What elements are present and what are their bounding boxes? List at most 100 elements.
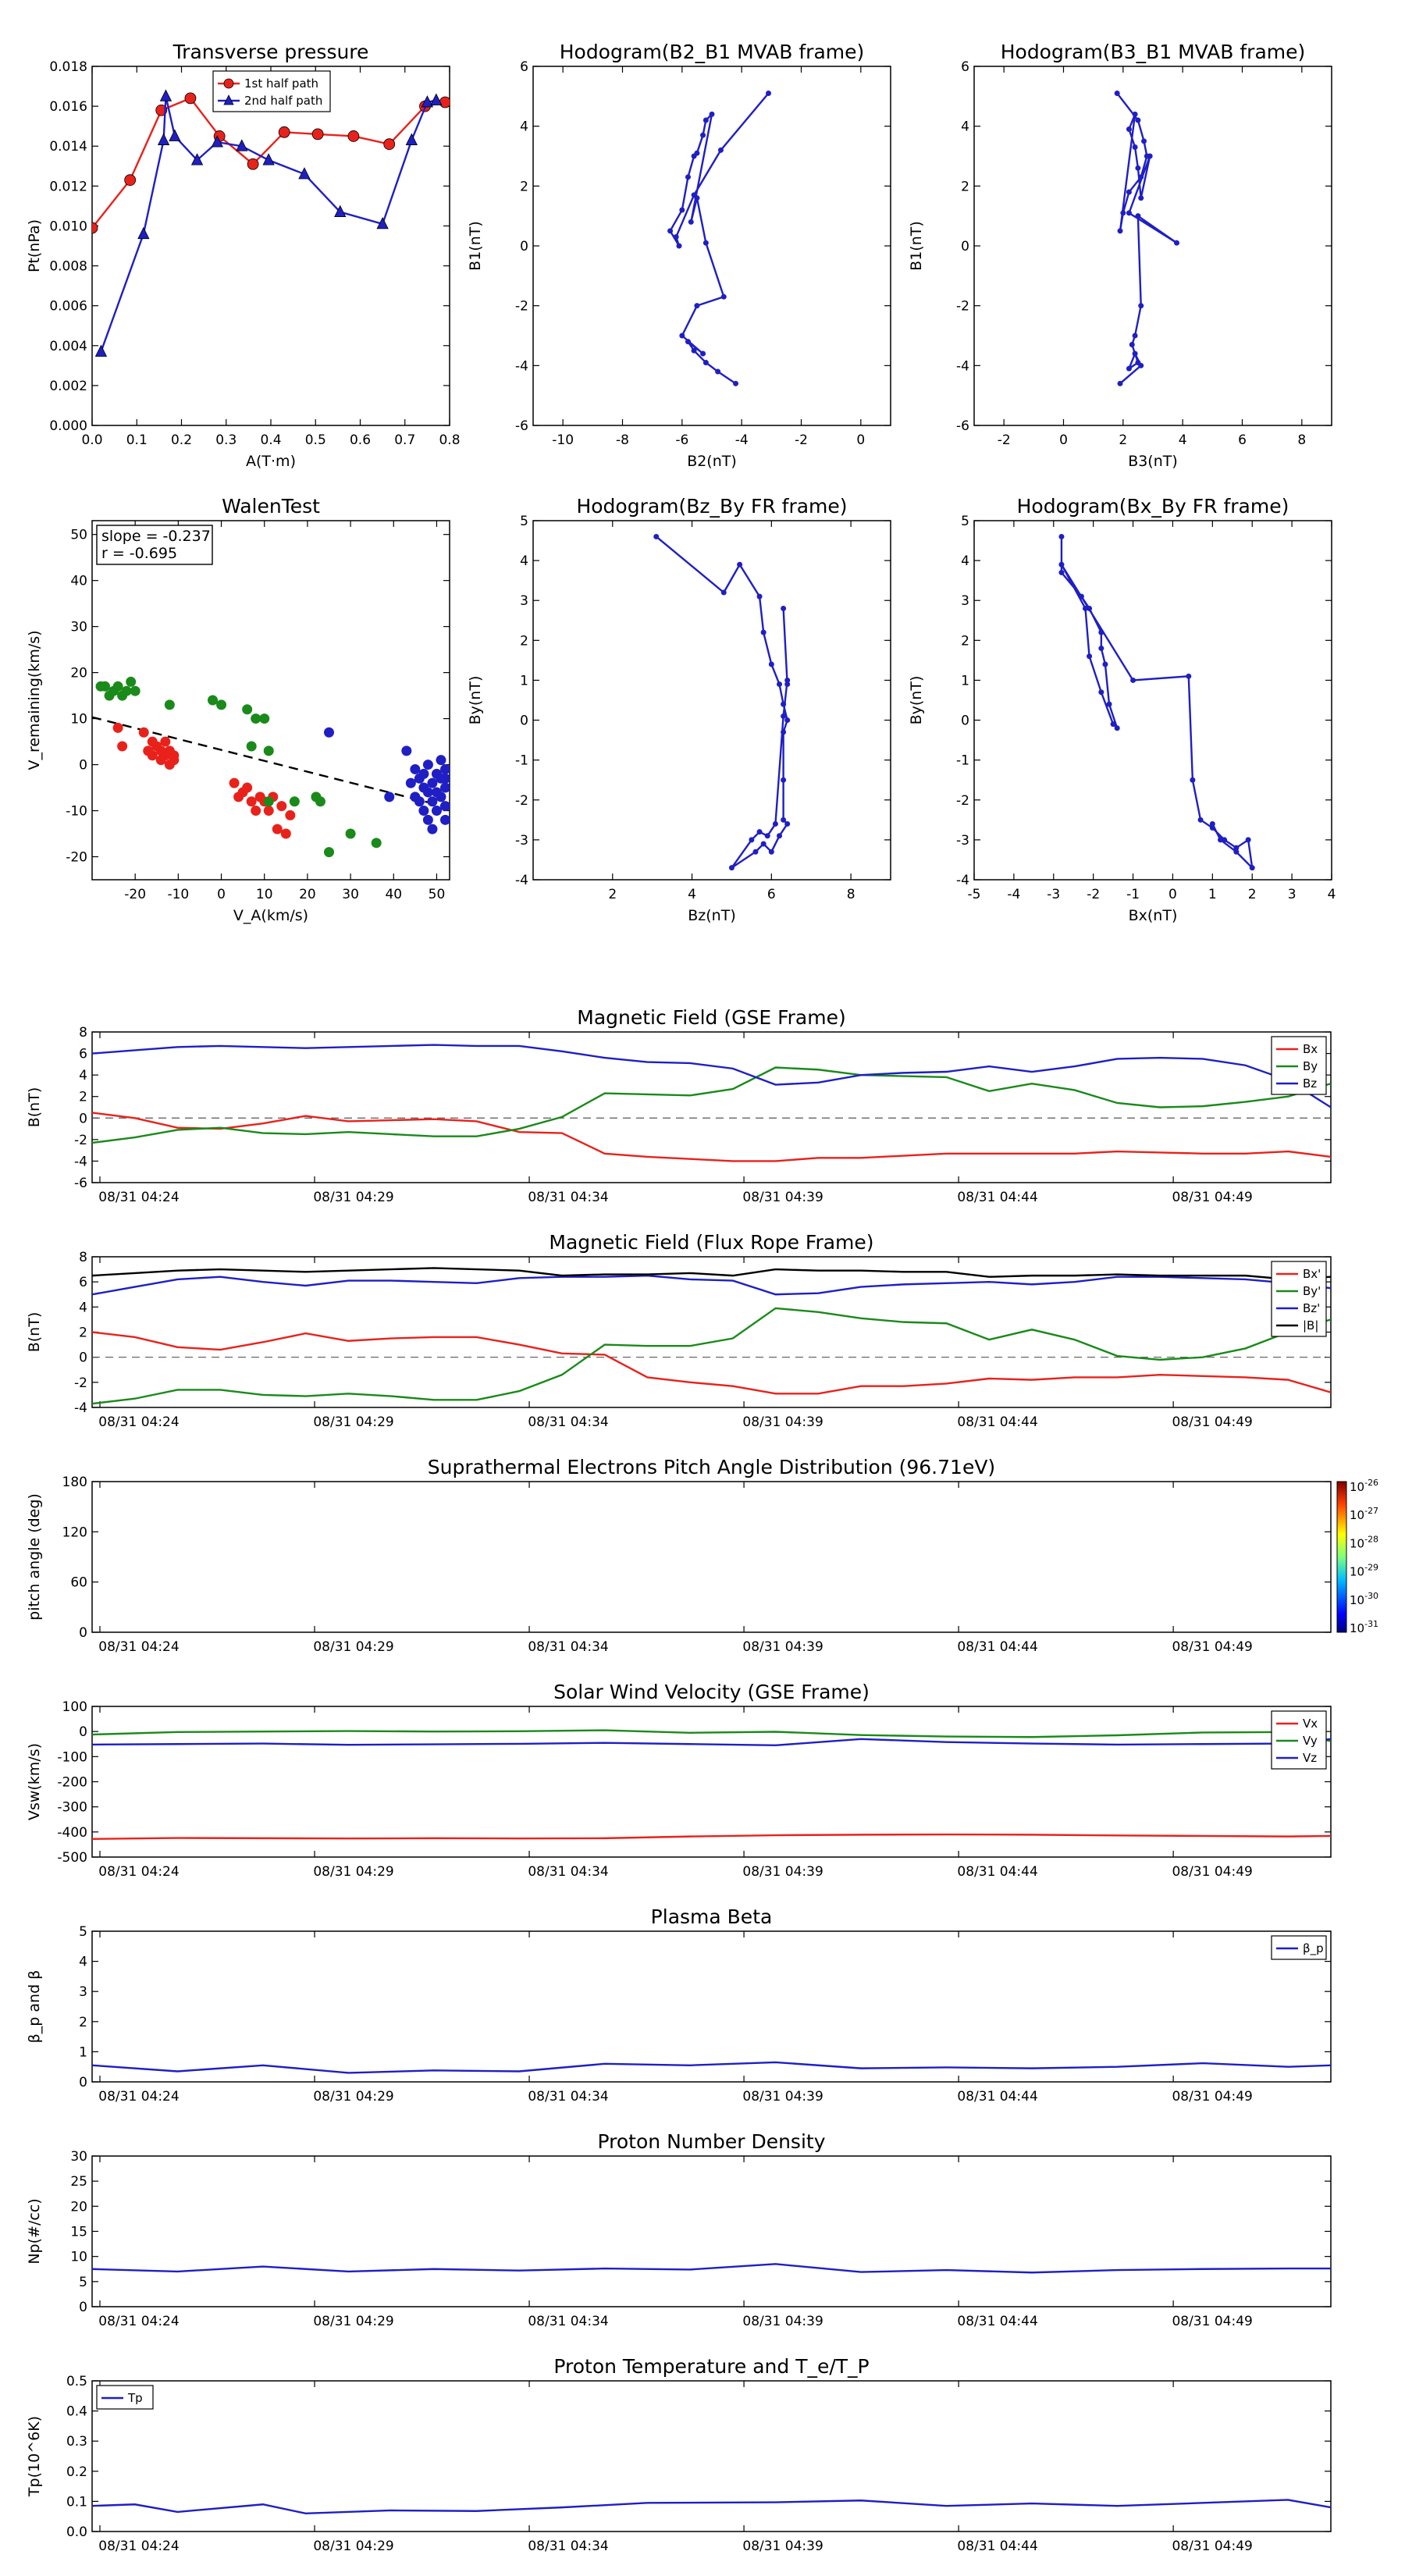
y-tick-label: 0.012 [49,179,87,194]
y-tick-label: 50 [70,528,87,543]
x-tick-label: 08/31 04:39 [742,2314,823,2329]
x-tick-label: 3 [1288,887,1297,902]
legend-label: |B| [1303,1318,1318,1332]
colorbar-tick-label: 10-28 [1350,1534,1378,1550]
y-tick-label: 0.002 [49,379,87,394]
data-point [439,773,450,784]
chart-h2: Hodogram(B3_B1 MVAB frame) -6 -4 -2 0 2 4 6 -2 0 2… [908,41,1332,470]
y-tick-label: -500 [57,1850,87,1866]
y-tick-label: 0 [79,1350,87,1366]
data-point [1106,701,1112,707]
data-point [717,147,724,153]
plot-area [92,1044,1331,1162]
x-tick-label: -2 [795,432,808,448]
data-point [1098,629,1104,635]
y-tick-label: -4 [74,1400,87,1416]
data-point [1190,777,1196,783]
y-tick-label: 3 [520,593,528,609]
x-tick-label: 2 [1248,887,1257,902]
series-line [92,1274,1331,1296]
data-point [1120,210,1126,216]
x-tick-label: 08/31 04:49 [1172,2314,1252,2329]
legend-label: 2nd half path [244,94,322,108]
data-point [1110,721,1116,728]
y-tick-label: 6 [520,59,528,75]
data-point [1197,817,1204,823]
data-point [694,150,700,156]
x-tick-label: 08/31 04:39 [742,1864,823,1880]
series-line [1060,536,1254,871]
y-tick-label: 0.4 [66,2404,87,2420]
x-tick-label: 0.7 [394,432,415,448]
x-tick-label: 08/31 04:39 [742,1639,823,1655]
data-point [345,828,356,839]
y-tick-label: 3 [961,593,969,609]
data-point [772,820,778,827]
data-point [781,713,787,719]
data-point [347,130,360,142]
y-tick-label: -4 [515,358,528,374]
y-tick-label: 2 [79,2015,87,2030]
plot-area [92,1729,1331,1841]
data-point [1078,593,1084,600]
legend-label: Vy [1303,1734,1318,1748]
chart-title: Suprathermal Electrons Pitch Angle Distr… [428,1456,995,1478]
data-point [280,828,291,839]
data-point [242,782,253,793]
x-axis-label: Bx(nT) [1129,907,1178,924]
data-point [229,777,240,788]
y-tick-label: 0 [79,1111,87,1126]
data-point [439,96,450,109]
y-tick-label: 0 [79,2300,87,2315]
data-point [124,174,137,187]
y-axis-label: Tp(10^6K) [26,2416,43,2497]
legend-label: 1st half path [244,76,318,91]
data-point [1135,213,1141,219]
chart-tpp: Proton Temperature and T_e/T_P 0.0 0.1 0.2 0… [26,2355,1332,2554]
x-tick-label: 08/31 04:39 [742,1414,823,1430]
y-tick-label: -6 [956,418,969,434]
y-axis-label: B(nT) [26,1312,43,1353]
data-point [147,750,158,761]
plot-area [1114,91,1180,386]
data-point [760,629,767,635]
y-tick-label: 2 [520,179,528,194]
plot-frame [91,1706,1332,1858]
data-point [289,796,300,807]
data-point [130,685,140,696]
data-point [694,303,700,309]
y-tick-label: 0.2 [66,2464,87,2480]
x-tick-label: 08/31 04:24 [98,1639,179,1655]
y-tick-label: 10 [70,712,87,728]
y-axis-label: Np(#/cc) [26,2198,43,2264]
data-point [720,589,727,596]
data-point [777,833,783,839]
x-tick-label: 8 [847,887,855,902]
data-point [276,801,287,812]
data-point [1249,865,1255,871]
data-point [766,91,772,96]
data-point [1114,91,1120,96]
colorbar-base: 10 [1350,1480,1364,1494]
legend-label: By' [1303,1284,1321,1298]
y-tick-label: -10 [66,804,87,820]
x-tick-label: 8 [1297,432,1306,448]
y-axis-label: V_remaining(km/s) [26,630,43,770]
x-axis-label: B3(nT) [1128,453,1178,470]
data-point [691,347,697,354]
plot-area [92,89,450,357]
data-point [694,195,700,201]
data-point [242,704,253,715]
data-point [715,368,721,375]
data-point [246,741,257,752]
y-axis-label: B1(nT) [908,221,925,271]
data-point [702,117,709,123]
y-tick-label: 0.000 [49,418,87,434]
y-tick-label: -4 [956,873,969,888]
x-tick-label: 08/31 04:24 [98,2539,179,2554]
data-point [422,760,433,770]
data-point [702,240,709,246]
data-point [720,294,727,300]
data-point [733,380,739,386]
series-line [92,2263,1331,2274]
